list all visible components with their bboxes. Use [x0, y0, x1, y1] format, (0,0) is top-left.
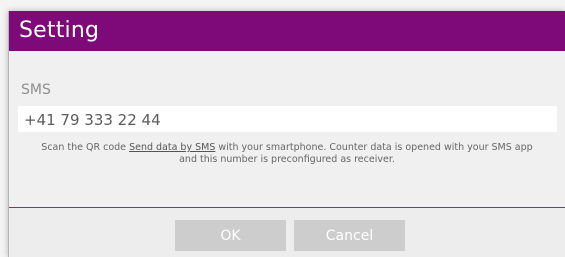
- dialog-title: Setting: [19, 18, 100, 43]
- dialog-footer: OK Cancel: [9, 208, 565, 257]
- cancel-button[interactable]: Cancel: [294, 220, 405, 251]
- sms-field-label: SMS: [21, 82, 51, 98]
- ok-button[interactable]: OK: [175, 220, 286, 251]
- send-data-by-sms-link[interactable]: Send data by SMS: [129, 142, 215, 153]
- hint-text-before: Scan the QR code: [41, 142, 130, 153]
- hint-text-after: with your smartphone. Counter data is op…: [179, 142, 533, 165]
- sms-hint-text: Scan the QR code Send data by SMS with y…: [31, 142, 543, 166]
- dialog-title-bar: Setting: [9, 11, 565, 51]
- dialog-body: SMS Scan the QR code Send data by SMS wi…: [9, 51, 565, 207]
- sms-number-input[interactable]: [18, 106, 557, 132]
- setting-dialog: Setting SMS Scan the QR code Send data b…: [8, 11, 565, 257]
